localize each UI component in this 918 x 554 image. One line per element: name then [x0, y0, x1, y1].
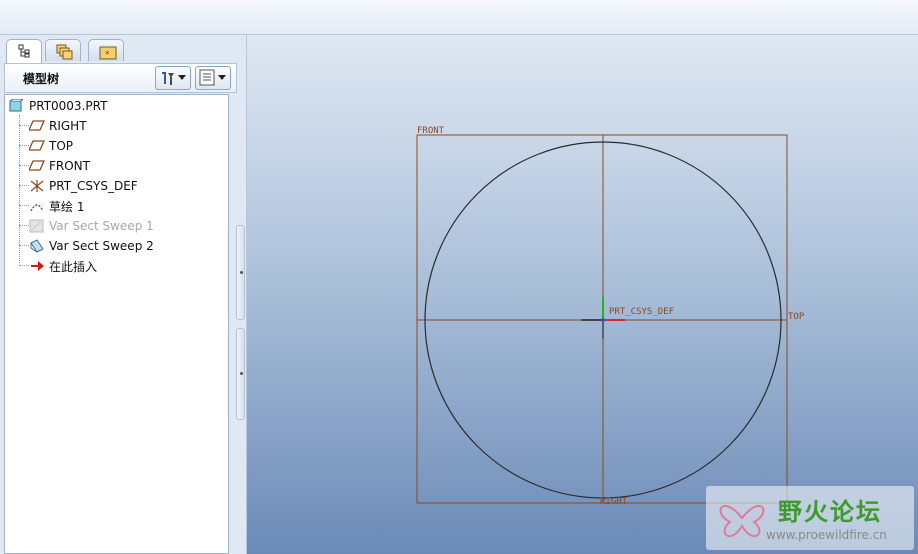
- csys-label: PRT_CSYS_DEF: [609, 307, 674, 317]
- tree-connector: [19, 125, 29, 126]
- tree-item-var-sect-sweep-2[interactable]: Var Sect Sweep 2: [29, 237, 154, 255]
- tree-item-label: Var Sect Sweep 2: [49, 239, 154, 253]
- favorites-folder-tab-icon: *: [99, 46, 117, 60]
- tree-item-label: RIGHT: [49, 119, 87, 133]
- front-datum-label: FRONT: [417, 126, 445, 136]
- tree-item-label: 草绘 1: [49, 199, 85, 214]
- tree-connector: [19, 205, 29, 206]
- watermark-title: 野火论坛: [778, 498, 882, 526]
- navigator-panel: * 模型树 PRT0003.PRT RIGHT TOP FRONT PRT_CS…: [0, 35, 247, 554]
- tree-connector: [19, 165, 29, 166]
- tree-connector: [19, 225, 29, 226]
- tree-item-front[interactable]: FRONT: [27, 157, 90, 175]
- csys-glyph: [581, 297, 625, 339]
- tab-favorites[interactable]: *: [88, 39, 124, 61]
- tree-item-insert-here[interactable]: 在此插入: [29, 257, 97, 275]
- panel-splitter-top[interactable]: [236, 225, 245, 320]
- model-tree: PRT0003.PRT RIGHT TOP FRONT PRT_CSYS_DEF…: [4, 94, 229, 554]
- datum-plane-icon: [27, 119, 46, 133]
- right-datum-label: RIGHT: [600, 497, 628, 507]
- coordinate-system-icon: [29, 179, 45, 193]
- tree-connector: [19, 145, 29, 146]
- tree-item-label: FRONT: [49, 159, 90, 173]
- tree-item-top[interactable]: TOP: [27, 137, 74, 155]
- tree-root-label: PRT0003.PRT: [29, 99, 108, 113]
- model-tree-tab-icon: [18, 44, 30, 58]
- insert-here-arrow-icon: [29, 259, 45, 273]
- tree-item-label: TOP: [49, 139, 74, 153]
- tree-item-sketch[interactable]: 草绘 1: [29, 197, 84, 215]
- model-view: FRONT TOP RIGHT PRT_CSYS_DEF: [416, 126, 805, 507]
- tree-root[interactable]: PRT0003.PRT: [9, 97, 107, 115]
- tree-connector: [19, 185, 29, 186]
- tree-columns-button[interactable]: [195, 66, 231, 90]
- tree-settings-button[interactable]: [155, 66, 191, 90]
- tab-layers[interactable]: [45, 39, 81, 61]
- panel-splitter-bottom[interactable]: [236, 328, 245, 420]
- chevron-down-icon: [178, 75, 186, 80]
- tab-model-tree[interactable]: [6, 39, 42, 63]
- tree-item-var-sect-sweep-1[interactable]: Var Sect Sweep 1: [29, 217, 154, 235]
- tree-settings-icon: [162, 72, 174, 85]
- tree-connector: [19, 115, 20, 263]
- watermark: 野火论坛 www.proewildfire.cn: [706, 486, 914, 550]
- chevron-down-icon: [218, 75, 226, 80]
- datum-plane-icon: [27, 159, 46, 173]
- tree-item-csys[interactable]: PRT_CSYS_DEF: [29, 177, 138, 195]
- tree-connector: [19, 265, 29, 266]
- layers-tab-icon: [56, 44, 73, 60]
- tree-connector: [19, 245, 29, 246]
- panel-title: 模型树: [23, 72, 60, 86]
- tree-item-label: Var Sect Sweep 1: [49, 219, 154, 233]
- graphics-viewport[interactable]: FRONT TOP RIGHT PRT_CSYS_DEF: [247, 35, 918, 554]
- tree-item-label: PRT_CSYS_DEF: [49, 179, 138, 193]
- tree-columns-icon: [199, 69, 215, 86]
- tree-item-label: 在此插入: [49, 259, 98, 274]
- tree-item-right[interactable]: RIGHT: [27, 117, 87, 135]
- svg-text:*: *: [105, 50, 110, 60]
- var-sect-sweep-icon: [29, 239, 45, 253]
- model-tree-header: 模型树: [4, 63, 237, 93]
- watermark-url: www.proewildfire.cn: [766, 528, 887, 542]
- part-icon: [9, 98, 25, 113]
- sketch-icon: [29, 199, 45, 213]
- var-sect-sweep-icon: [29, 219, 45, 233]
- message-bar: [0, 0, 918, 35]
- top-datum-label: TOP: [788, 312, 805, 322]
- datum-plane-icon: [27, 139, 46, 153]
- butterfly-logo-icon: [719, 504, 765, 538]
